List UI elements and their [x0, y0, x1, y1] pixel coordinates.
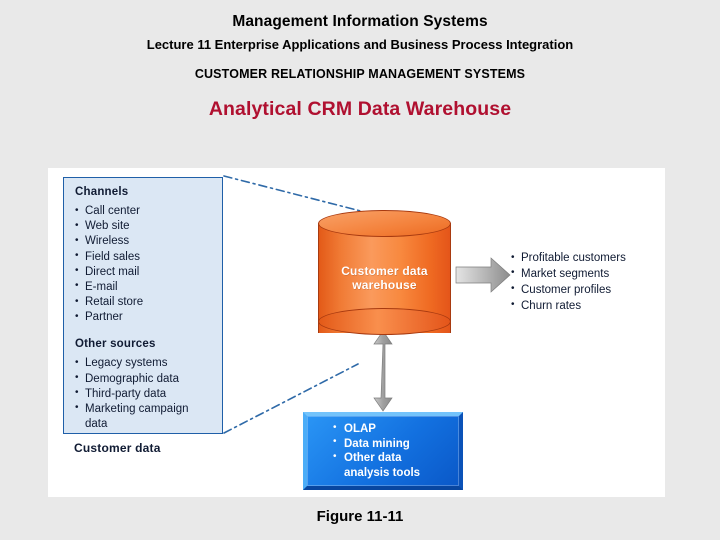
other-sources-heading: Other sources [75, 338, 156, 351]
list-item: Market segments [510, 266, 670, 283]
slide-header: Management Information Systems Lecture 1… [0, 0, 720, 121]
list-item: Direct mail [74, 264, 222, 280]
list-item: Third-party data [74, 386, 222, 402]
warehouse-cylinder-icon: Customer data warehouse [318, 210, 451, 345]
list-item: Profitable customers [510, 251, 670, 267]
list-item: Field sales [74, 249, 222, 265]
list-item: Retail store [74, 295, 222, 310]
lecture-subtitle: Lecture 11 Enterprise Applications and B… [146, 37, 574, 52]
other-sources-list: Legacy systems Demographic data Third-pa… [74, 356, 222, 432]
outputs-list: Profitable customers Market segments Cus… [510, 251, 670, 314]
list-item: Legacy systems [74, 356, 222, 371]
figure-heading: Analytical CRM Data Warehouse [208, 97, 512, 120]
list-item: Marketing campaign data [74, 401, 222, 432]
list-item: OLAP [333, 422, 459, 437]
list-item: Partner [74, 310, 222, 325]
analysis-tools-box: OLAP Data mining Other data analysis too… [303, 412, 463, 490]
diagram-canvas: Channels Call center Web site Wireless F… [48, 168, 665, 497]
channels-list: Call center Web site Wireless Field sale… [74, 203, 222, 325]
warehouse-label: Customer data warehouse [341, 264, 428, 293]
figure-caption: Figure 11-11 [316, 508, 404, 525]
analysis-tools-list: OLAP Data mining Other data analysis too… [333, 422, 459, 481]
list-item: Wireless [74, 234, 222, 249]
list-item: Demographic data [74, 371, 222, 387]
customer-data-caption: Customer data [74, 441, 161, 455]
sources-panel: Channels Call center Web site Wireless F… [63, 177, 223, 434]
course-title: Management Information Systems [232, 13, 488, 30]
cylinder-bottom-ellipse [318, 308, 451, 335]
list-item: Data mining [333, 436, 459, 452]
cylinder-top-ellipse [318, 210, 451, 237]
list-item: Web site [74, 219, 222, 234]
list-item: E-mail [74, 279, 222, 295]
section-title: CUSTOMER RELATIONSHIP MANAGEMENT SYSTEMS [194, 66, 526, 81]
list-item: Churn rates [510, 298, 670, 315]
list-item: Call center [74, 203, 222, 219]
channels-heading: Channels [75, 186, 129, 198]
list-item: Other data analysis tools [333, 451, 459, 480]
list-item: Customer profiles [510, 282, 670, 299]
arrow-warehouse-to-outputs [455, 257, 511, 293]
